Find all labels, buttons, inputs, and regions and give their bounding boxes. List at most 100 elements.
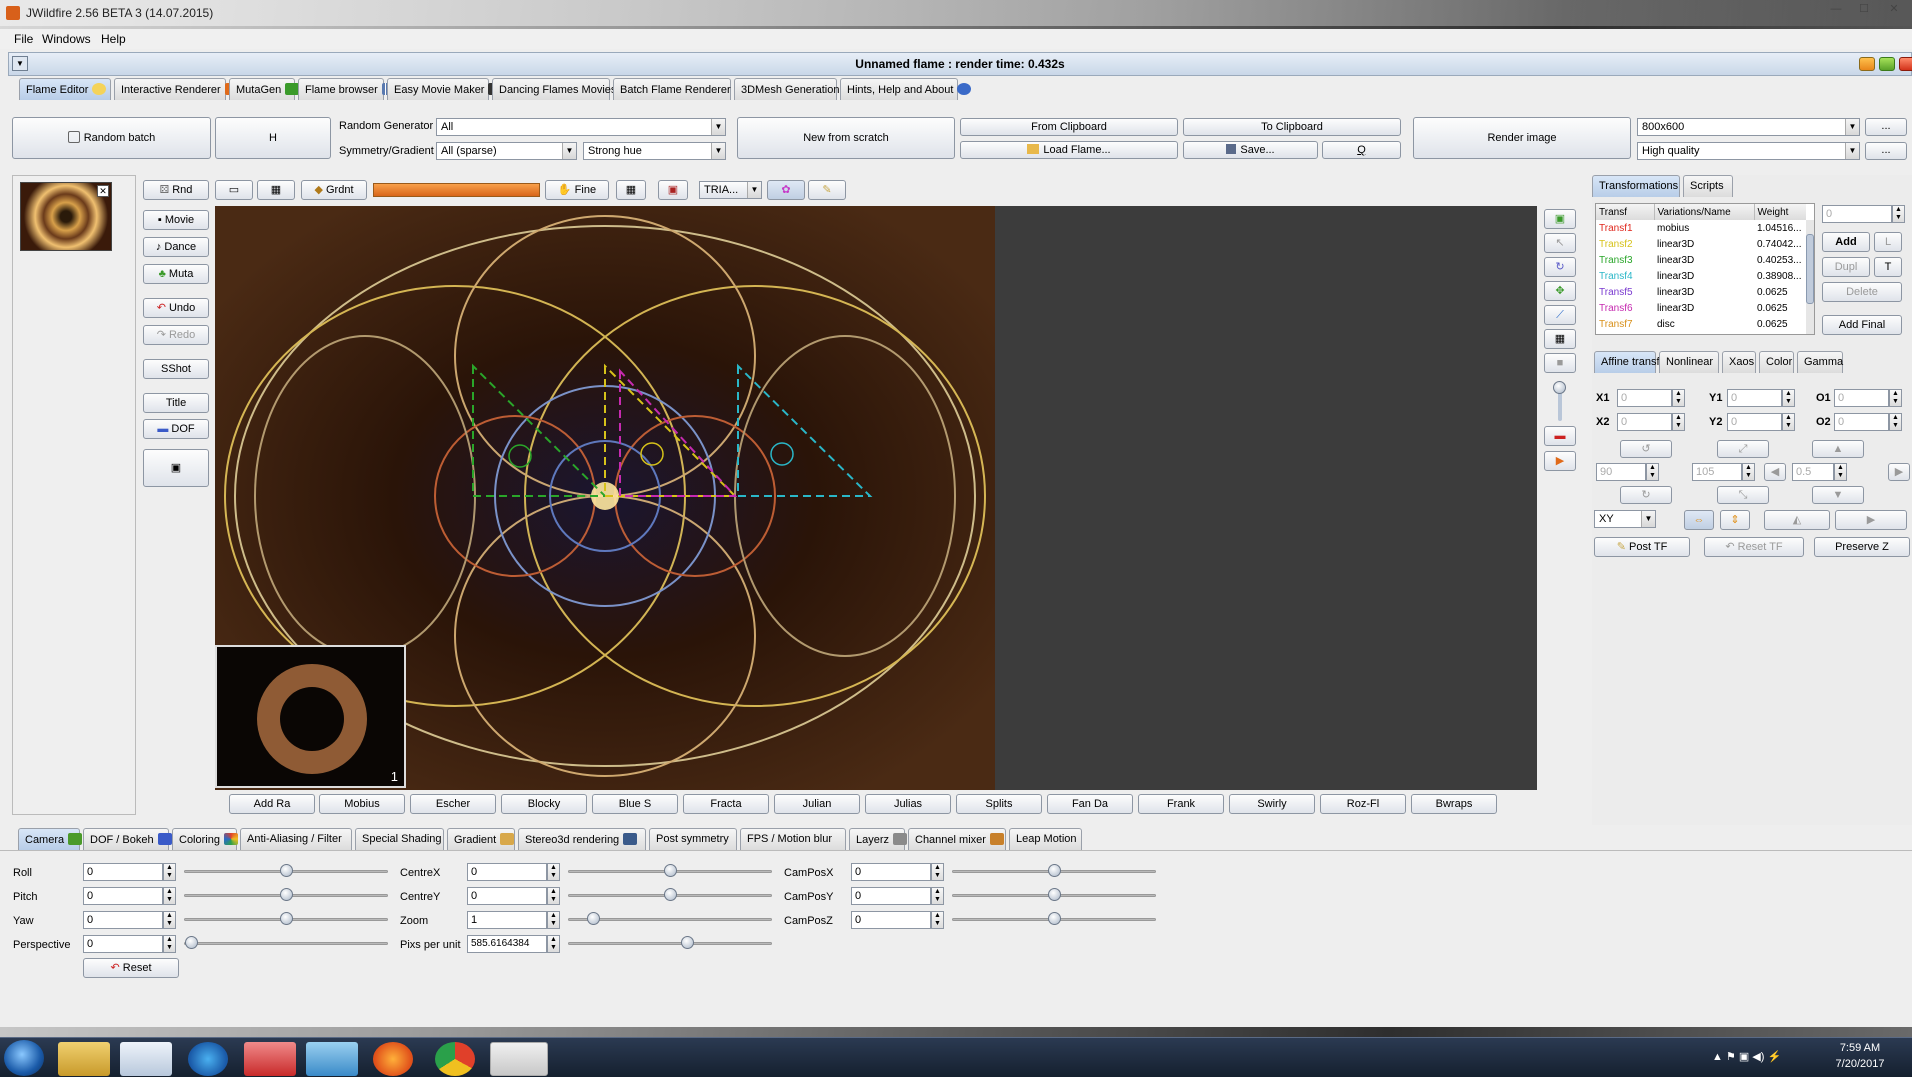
tab-flame-editor[interactable]: Flame Editor: [19, 78, 111, 100]
centrex-spinner[interactable]: ▲ ▼: [547, 863, 560, 881]
image-tool-icon[interactable]: ▣: [1544, 209, 1576, 229]
add-transform-button[interactable]: Add: [1822, 232, 1870, 252]
grid-tool-icon[interactable]: ▦: [1544, 329, 1576, 349]
transform-row[interactable]: Transf6 linear3D 0.0625: [1596, 300, 1806, 316]
wand-button[interactable]: ✎: [808, 180, 846, 200]
perspective-slider-knob[interactable]: [185, 936, 198, 949]
dance-button[interactable]: ♪ Dance: [143, 237, 209, 257]
tab-mutagen[interactable]: MutaGen: [229, 78, 300, 100]
pitch-slider-knob[interactable]: [280, 888, 293, 901]
script-button[interactable]: Frank: [1138, 794, 1224, 814]
explorer-icon[interactable]: [58, 1042, 110, 1076]
script-button[interactable]: Bwraps: [1411, 794, 1497, 814]
chrome-icon[interactable]: [435, 1042, 475, 1076]
o1-field[interactable]: 0: [1834, 389, 1889, 407]
tab-3dmesh[interactable]: 3DMesh Generation: [734, 78, 858, 100]
flip-horizontal-icon[interactable]: ⇔: [1684, 510, 1714, 530]
zoom-field[interactable]: 1: [467, 911, 547, 929]
shrink-icon[interactable]: ⤡: [1717, 486, 1769, 504]
redo-button[interactable]: ↷ Redo: [143, 325, 209, 345]
to-clipboard-button[interactable]: To Clipboard: [1183, 118, 1401, 136]
delete-button[interactable]: Delete: [1822, 282, 1902, 302]
tab-batch-flame-renderer[interactable]: Batch Flame Renderer: [613, 78, 749, 100]
square-tool-icon[interactable]: ■: [1544, 353, 1576, 373]
frame-minimize-icon[interactable]: [1859, 57, 1875, 71]
roll-slider[interactable]: [184, 864, 388, 877]
muta-button[interactable]: ♣ Muta: [143, 264, 209, 284]
transform-row[interactable]: Transf7 disc 0.0625: [1596, 316, 1806, 332]
internet-explorer-icon[interactable]: [188, 1042, 228, 1076]
script-button[interactable]: Mobius: [319, 794, 405, 814]
bottom-tab-coloring[interactable]: Coloring: [172, 828, 238, 850]
gradient-bar[interactable]: [373, 183, 540, 197]
transform-row[interactable]: Transf3 linear3D 0.40253...: [1596, 252, 1806, 268]
centrey-spinner[interactable]: ▲ ▼: [547, 887, 560, 905]
table-scroll-thumb[interactable]: [1806, 234, 1814, 304]
arrow-tool-icon[interactable]: ↖: [1544, 233, 1576, 253]
minimize-icon[interactable]: —: [1824, 2, 1848, 16]
tray-icons[interactable]: ▲ ⚑ ▣ ◀) ⚡: [1712, 1050, 1781, 1063]
bottom-tab-channel-mixer[interactable]: Channel mixer: [908, 828, 1006, 850]
script-button[interactable]: Blocky: [501, 794, 587, 814]
frame-close-icon[interactable]: [1899, 57, 1912, 71]
camposx-slider-knob[interactable]: [1048, 864, 1061, 877]
o2-spinner[interactable]: ▲ ▼: [1889, 413, 1902, 431]
zoom-slider-knob[interactable]: [1553, 381, 1566, 394]
t-button[interactable]: T: [1874, 257, 1902, 277]
plane-select[interactable]: XY ▼: [1594, 510, 1656, 528]
move-left-icon[interactable]: ◀: [1764, 463, 1786, 481]
transform-spinner[interactable]: ▲ ▼: [1892, 205, 1905, 223]
gradient-select[interactable]: Strong hue ▼: [583, 142, 726, 160]
roll-spinner[interactable]: ▲ ▼: [163, 863, 176, 881]
pitch-spinner[interactable]: ▲ ▼: [163, 887, 176, 905]
preserve-z-button[interactable]: Preserve Z: [1814, 537, 1910, 557]
snipping-tool-icon[interactable]: [244, 1042, 296, 1076]
move-up-icon[interactable]: ▲: [1812, 440, 1864, 458]
table-scrollbar[interactable]: [1806, 220, 1814, 334]
centrex-field[interactable]: 0: [467, 863, 547, 881]
script-button[interactable]: Splits: [956, 794, 1042, 814]
notepad-icon[interactable]: [120, 1042, 172, 1076]
y1-spinner[interactable]: ▲ ▼: [1782, 389, 1795, 407]
o1-spinner[interactable]: ▲ ▼: [1889, 389, 1902, 407]
bottom-tab-fps-motion-blur[interactable]: FPS / Motion blur: [740, 828, 846, 850]
new-from-scratch-button[interactable]: New from scratch: [737, 117, 955, 159]
pitch-field[interactable]: 0: [83, 887, 163, 905]
flip-vertical-icon[interactable]: ⇕: [1720, 510, 1750, 530]
shear-tool-icon[interactable]: ⟋: [1544, 305, 1576, 325]
rotate-amount-field[interactable]: 90: [1596, 463, 1646, 481]
close-icon[interactable]: ✕: [1882, 2, 1906, 16]
tab-interactive-renderer[interactable]: Interactive Renderer: [114, 78, 239, 100]
h-button[interactable]: H: [215, 117, 331, 159]
quality-more-button[interactable]: ...: [1865, 142, 1907, 160]
camposz-slider[interactable]: [952, 912, 1156, 925]
dof-button[interactable]: ▬ DOF: [143, 419, 209, 439]
enlarge-icon[interactable]: ⤢: [1717, 440, 1769, 458]
perspective-slider[interactable]: [184, 936, 388, 949]
post-tf-button[interactable]: ✎ Post TF: [1594, 537, 1690, 557]
zoom-slider[interactable]: [568, 912, 772, 925]
transform-field[interactable]: 0: [1822, 205, 1892, 223]
scale-amount-field[interactable]: 105: [1692, 463, 1742, 481]
subtab-color[interactable]: Color: [1759, 351, 1794, 373]
tab-scripts[interactable]: Scripts: [1683, 175, 1733, 197]
move-amount-spinner[interactable]: ▲ ▼: [1834, 463, 1847, 481]
tab-easy-movie-maker[interactable]: Easy Movie Maker: [387, 78, 503, 100]
film-button[interactable]: ▣: [143, 449, 209, 487]
transform-row[interactable]: Transf5 linear3D 0.0625: [1596, 284, 1806, 300]
rnd-button[interactable]: ⚄ Rnd: [143, 180, 209, 200]
rotate-left-icon[interactable]: ↺: [1620, 440, 1672, 458]
reset-tf-button[interactable]: ↶ Reset TF: [1704, 537, 1804, 557]
x1-spinner[interactable]: ▲ ▼: [1672, 389, 1685, 407]
load-flame-button[interactable]: Load Flame...: [960, 141, 1178, 159]
centrex-slider[interactable]: [568, 864, 772, 877]
centrex-slider-knob[interactable]: [664, 864, 677, 877]
centrey-slider-knob[interactable]: [664, 888, 677, 901]
script-button[interactable]: Julian: [774, 794, 860, 814]
tab-hints-help[interactable]: Hints, Help and About: [840, 78, 972, 100]
render-image-button[interactable]: Render image: [1413, 117, 1631, 159]
tab-flame-browser[interactable]: Flame browser: [298, 78, 396, 100]
rotate-tool-icon[interactable]: ↻: [1544, 257, 1576, 277]
script-button[interactable]: Fracta: [683, 794, 769, 814]
y2-field[interactable]: 0: [1727, 413, 1782, 431]
